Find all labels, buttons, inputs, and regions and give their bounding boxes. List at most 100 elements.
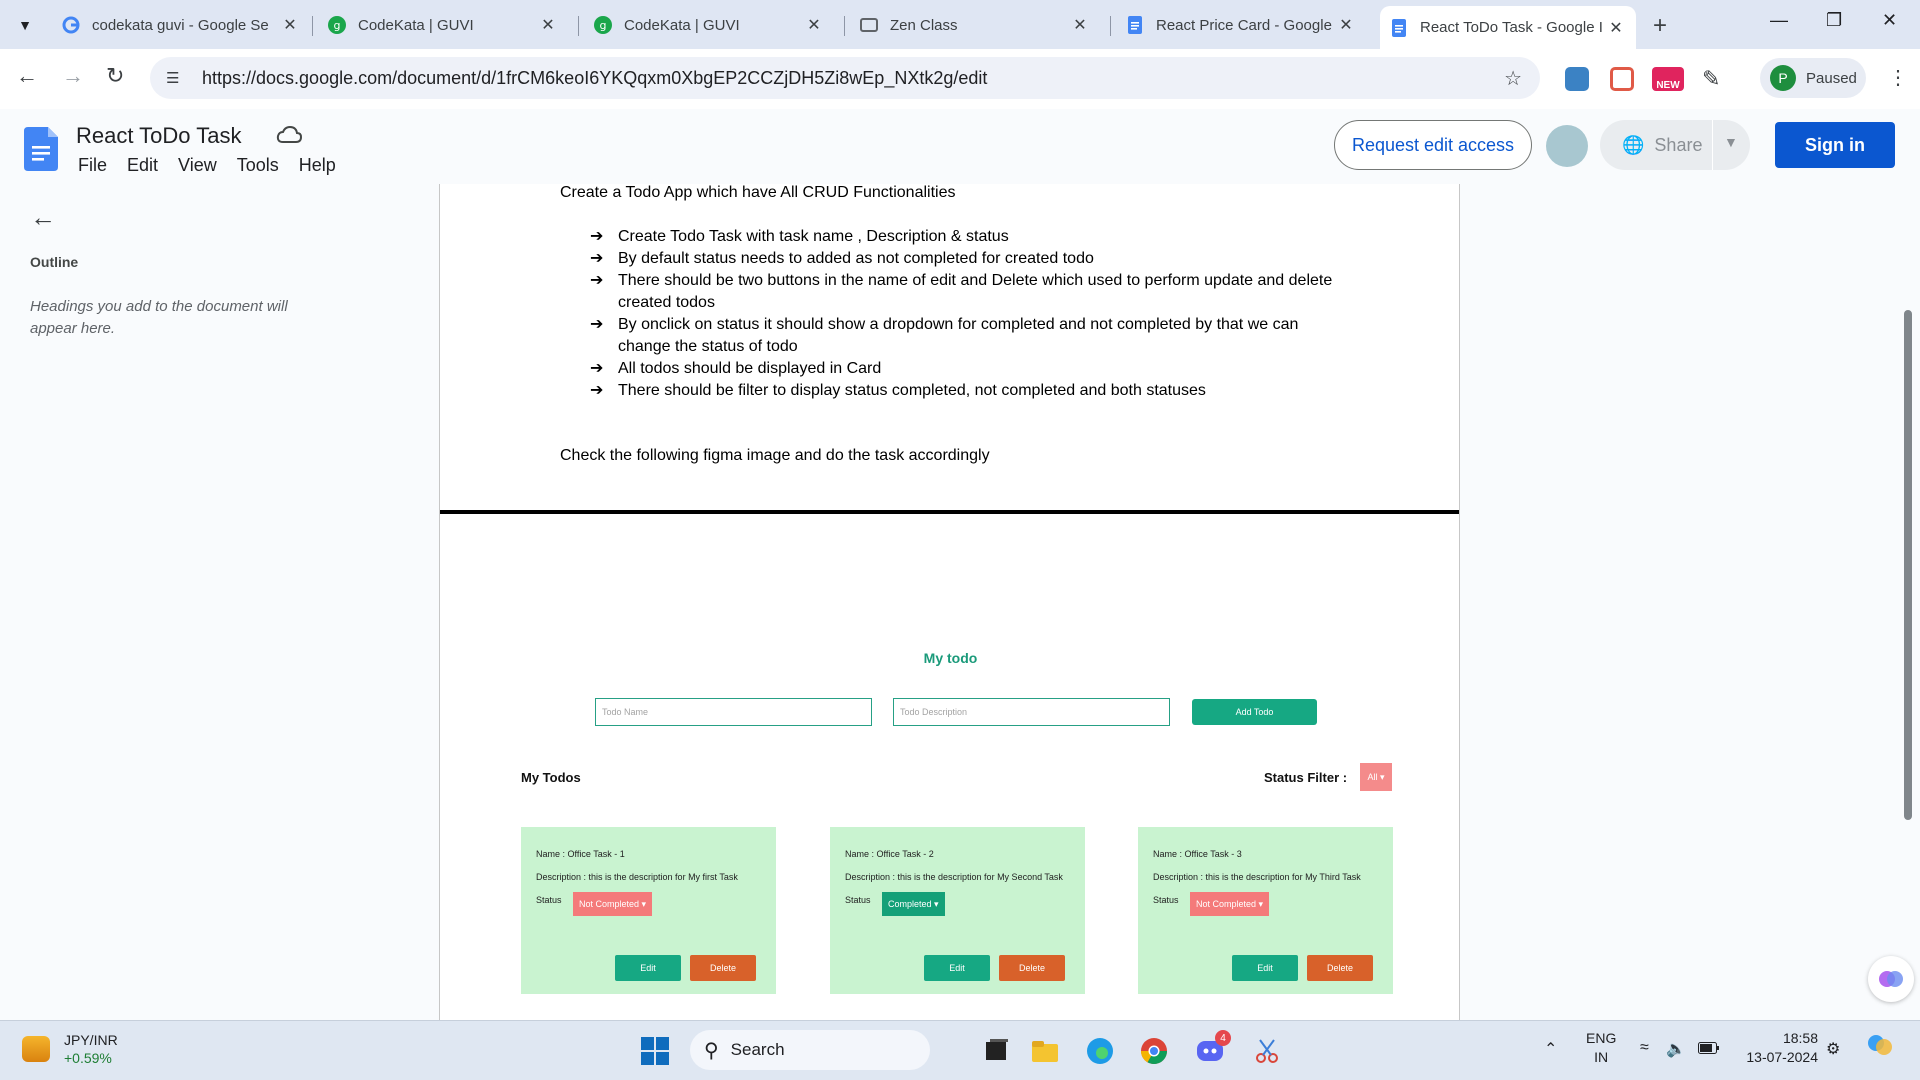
vertical-scrollbar[interactable] <box>1904 310 1912 820</box>
mock-list-title: My Todos <box>521 770 581 785</box>
tab-strip: ▼ codekata guvi - Google Se ✕ g CodeKata… <box>0 0 1920 49</box>
discord-icon[interactable]: 4 <box>1195 1030 1231 1066</box>
extensions-puzzle-icon[interactable]: ✎ <box>1702 67 1726 91</box>
menu-tools[interactable]: Tools <box>237 155 279 176</box>
close-icon[interactable]: ✕ <box>1606 18 1626 38</box>
snipping-tool-icon[interactable] <box>1252 1036 1282 1066</box>
tab-react-price-card[interactable]: React Price Card - Google I ✕ <box>1116 6 1366 44</box>
close-icon[interactable]: ✕ <box>1070 15 1090 35</box>
close-icon[interactable]: ✕ <box>804 15 824 35</box>
site-info-icon[interactable]: ☰ <box>166 69 186 87</box>
list-item-text: By onclick on status it should show a dr… <box>618 316 1299 355</box>
url-text[interactable]: https://docs.google.com/document/d/1frCM… <box>202 68 987 89</box>
minimize-icon[interactable]: — <box>1770 10 1788 31</box>
menu-view[interactable]: View <box>178 155 217 176</box>
tab-title: CodeKata | GUVI <box>358 16 474 34</box>
menu-help[interactable]: Help <box>299 155 336 176</box>
restore-icon[interactable]: ❐ <box>1826 10 1842 31</box>
globe-icon: 🌐 <box>1622 134 1645 155</box>
window-close-icon[interactable]: ✕ <box>1882 10 1897 31</box>
tab-search-button[interactable]: ▼ <box>8 8 42 42</box>
wifi-icon[interactable]: ≈ <box>1640 1039 1649 1057</box>
language-indicator[interactable]: ENG IN <box>1586 1029 1616 1067</box>
close-icon[interactable]: ✕ <box>280 15 300 35</box>
outline-hint: Headings you add to the document will ap… <box>30 298 288 337</box>
settings-gear-icon[interactable]: ⚙ <box>1826 1039 1840 1059</box>
card-description: Description : this is the description fo… <box>845 872 1063 882</box>
extension-new-badge[interactable]: NEW <box>1652 67 1684 91</box>
show-hidden-icons-chevron-icon[interactable]: ⌃ <box>1544 1039 1557 1059</box>
volume-icon[interactable]: 🔈 <box>1666 1039 1686 1059</box>
tab-react-todo-task[interactable]: React ToDo Task - Google I ✕ <box>1380 6 1636 49</box>
account-avatar[interactable] <box>1546 125 1588 167</box>
ai-assistant-icon[interactable] <box>1868 956 1914 1002</box>
extension-timer-icon[interactable] <box>1610 67 1634 91</box>
bookmark-star-icon[interactable]: ☆ <box>1504 66 1522 91</box>
forward-arrow-icon[interactable]: → <box>62 63 84 89</box>
more-menu-icon[interactable]: ⋮ <box>1888 65 1908 90</box>
tab-google-search[interactable]: codekata guvi - Google Se ✕ <box>52 6 310 44</box>
arrow-icon: ➔ <box>590 360 604 377</box>
tab-codekata-1[interactable]: g CodeKata | GUVI ✕ <box>318 6 568 44</box>
back-arrow-icon[interactable]: ← <box>16 63 38 89</box>
copilot-icon[interactable] <box>1866 1031 1894 1062</box>
list-item-text: There should be two buttons in the name … <box>618 272 1333 311</box>
list-item: ➔ There should be two buttons in the name… <box>590 270 1350 314</box>
reload-icon[interactable]: ↻ <box>106 63 124 89</box>
chrome-icon[interactable] <box>1139 1036 1169 1066</box>
docs-logo-icon[interactable] <box>24 127 58 171</box>
tab-codekata-2[interactable]: g CodeKata | GUVI ✕ <box>584 6 834 44</box>
card-name: Name : Office Task - 1 <box>536 849 625 859</box>
tab-zen-class[interactable]: Zen Class ✕ <box>850 6 1100 44</box>
card-delete-button: Delete <box>690 955 756 981</box>
cloud-saved-icon[interactable] <box>276 125 303 145</box>
share-button[interactable]: 🌐 Share ▼ <box>1600 120 1750 170</box>
menu-edit[interactable]: Edit <box>127 155 158 176</box>
list-item: ➔ Create Todo Task with task name , Descr… <box>590 226 1350 248</box>
card-description: Description : this is the description fo… <box>536 872 738 882</box>
close-icon[interactable]: ✕ <box>1336 15 1356 35</box>
stock-widget[interactable]: JPY/INR +0.59% <box>22 1031 118 1067</box>
menu-file[interactable]: File <box>78 155 107 176</box>
system-clock[interactable]: 18:58 13-07-2024 <box>1738 1029 1818 1067</box>
list-item-text: There should be filter to display status… <box>618 382 1206 399</box>
mock-todo-description-input: Todo Description <box>893 698 1170 726</box>
card-edit-button: Edit <box>1232 955 1298 981</box>
profile-button[interactable]: P Paused <box>1760 58 1866 98</box>
taskbar-search[interactable]: ⚲ Search <box>690 1030 930 1070</box>
back-arrow-icon[interactable]: ← <box>30 202 56 233</box>
card-status-label: Status <box>1153 895 1179 905</box>
close-icon[interactable]: ✕ <box>538 15 558 35</box>
guvi-icon: g <box>328 16 346 34</box>
mock-todo-card: Name : Office Task - 2 Description : thi… <box>830 827 1085 994</box>
task-view-icon[interactable] <box>982 1036 1012 1066</box>
file-explorer-icon[interactable] <box>1030 1036 1060 1066</box>
edge-browser-icon[interactable] <box>1085 1036 1115 1066</box>
extension-lock-icon[interactable] <box>1565 67 1589 91</box>
windows-taskbar: JPY/INR +0.59% ⚲ Search 4 ⌃ ENG IN ≈ 🔈 1… <box>0 1020 1920 1080</box>
new-tab-plus-icon[interactable]: + <box>1653 12 1667 40</box>
share-label: Share <box>1654 134 1703 155</box>
windows-start-icon[interactable] <box>640 1036 670 1066</box>
mock-app-title: My todo <box>923 650 978 666</box>
sign-in-button[interactable]: Sign in <box>1775 122 1895 168</box>
card-status-dropdown: Completed ▾ <box>882 892 945 916</box>
request-edit-access-button[interactable]: Request edit access <box>1334 120 1532 170</box>
search-icon: ⚲ <box>704 1039 719 1062</box>
document-page[interactable]: Create a Todo App which have All CRUD Fu… <box>439 184 1460 1020</box>
card-delete-button: Delete <box>1307 955 1373 981</box>
tab-title: React Price Card - Google I <box>1156 16 1336 34</box>
address-bar[interactable]: ☰ https://docs.google.com/document/d/1fr… <box>150 57 1540 99</box>
docs-icon <box>1390 18 1408 37</box>
list-item-text: All todos should be displayed in Card <box>618 360 882 377</box>
mock-todo-card: Name : Office Task - 1 Description : thi… <box>521 827 776 994</box>
chevron-down-icon: ▼ <box>18 17 32 33</box>
battery-icon[interactable] <box>1698 1041 1720 1057</box>
horizontal-rule <box>440 510 1459 514</box>
caret-down-icon[interactable]: ▼ <box>1724 134 1738 150</box>
card-status-dropdown: Not Completed ▾ <box>1190 892 1270 916</box>
arrow-icon: ➔ <box>590 250 604 267</box>
avatar: P <box>1770 65 1796 91</box>
document-title[interactable]: React ToDo Task <box>76 123 242 149</box>
list-item-text: By default status needs to added as not … <box>618 250 1094 267</box>
